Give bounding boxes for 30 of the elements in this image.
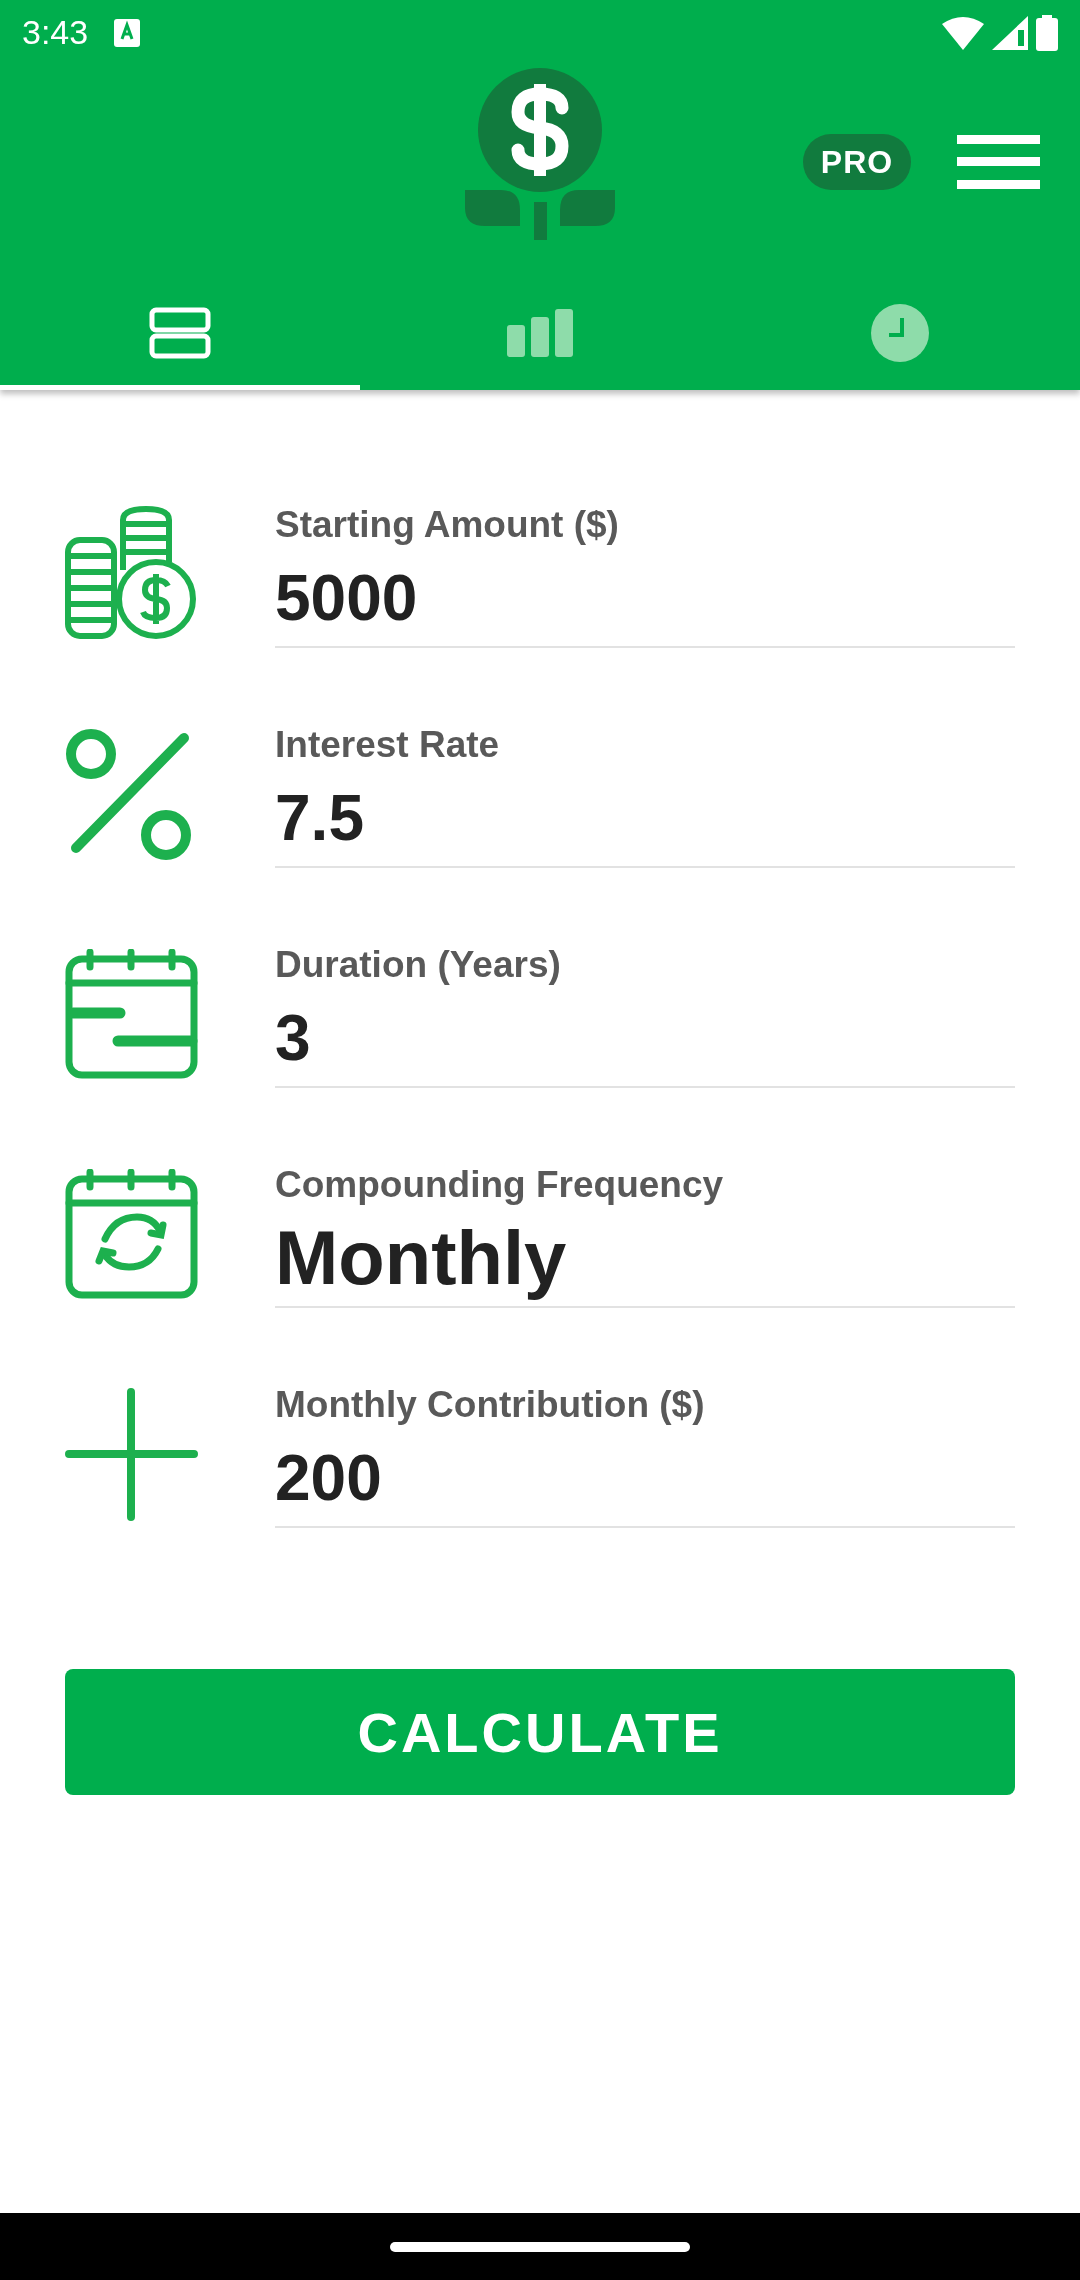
clock-icon	[871, 303, 929, 362]
coins-icon	[65, 506, 198, 642]
plus-icon	[65, 1387, 198, 1521]
calendar-icon	[65, 949, 198, 1079]
signal-icon	[992, 15, 1028, 50]
field-value: 3	[275, 1001, 312, 1076]
dropdown-field[interactable]: Compounding Frequency Monthly	[275, 1160, 1015, 1308]
wifi-icon	[942, 15, 984, 50]
home-indicator[interactable]	[390, 2241, 690, 2252]
input-field[interactable]: Monthly Contribution ($) 200	[275, 1380, 1015, 1528]
field-value: 7.5	[275, 781, 365, 856]
input-field[interactable]: Duration (Years) 3	[275, 940, 1015, 1088]
list-icon	[149, 306, 211, 359]
field-label: Starting Amount ($)	[275, 503, 620, 547]
field-label: Duration (Years)	[275, 943, 562, 987]
menu-icon[interactable]	[957, 135, 1040, 189]
field-label: Interest Rate	[275, 723, 501, 767]
input-field[interactable]: Interest Rate 7.5	[275, 720, 1015, 868]
field-value: Monthly	[275, 1214, 568, 1302]
field-label: Monthly Contribution ($)	[275, 1383, 706, 1427]
calendar-refresh-icon	[65, 1169, 198, 1299]
status-time: 3:43	[22, 13, 89, 52]
input-field[interactable]: Starting Amount ($) 5000	[275, 500, 1015, 648]
battery-icon	[1036, 14, 1058, 51]
bar-chart-icon	[507, 308, 573, 357]
field-label: Compounding Frequency	[275, 1163, 725, 1207]
field-value: 5000	[275, 561, 419, 636]
pro-badge[interactable]: PRO	[803, 134, 911, 190]
field-value: 200	[275, 1441, 383, 1516]
notification-icon	[114, 18, 141, 47]
